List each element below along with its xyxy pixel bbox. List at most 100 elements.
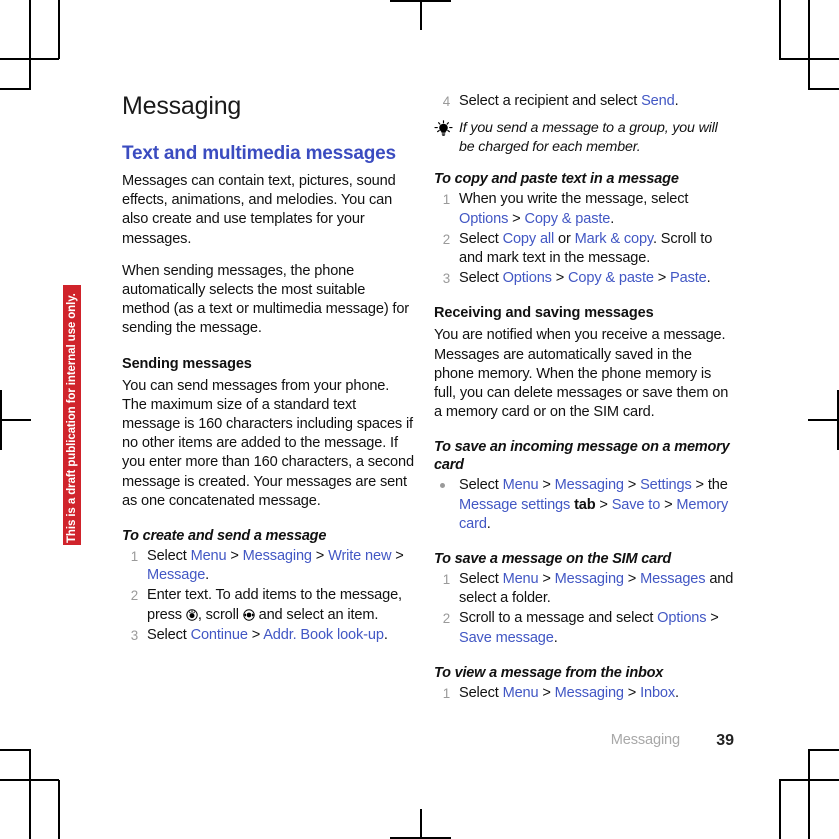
manual-page: This is a draft publication for internal… bbox=[0, 0, 839, 839]
task-heading-save-to-sim-card: To save a message on the SIM card bbox=[434, 551, 672, 568]
step-text: When you write the message, select bbox=[459, 191, 689, 208]
ui-path-link[interactable]: Menu bbox=[191, 548, 227, 564]
task-heading-view-from-inbox: To view a message from the inbox bbox=[434, 664, 664, 681]
step-text: > bbox=[226, 548, 243, 565]
list-item: 1 Select Menu > Messaging > Inbox. bbox=[434, 684, 734, 703]
ui-path-link[interactable]: Options bbox=[459, 211, 508, 227]
ui-path-link[interactable]: Copy all bbox=[503, 231, 555, 247]
draft-publication-banner: This is a draft publication for internal… bbox=[63, 285, 81, 545]
ui-path-link[interactable]: Messaging bbox=[555, 571, 624, 587]
step-text: Select bbox=[459, 270, 503, 287]
ui-path-link[interactable]: Save message bbox=[459, 630, 554, 646]
ui-path-link[interactable]: Mark & copy bbox=[575, 231, 654, 247]
right-column: 4 Select a recipient and select Send. If… bbox=[434, 92, 734, 704]
footer-page-number: 39 bbox=[716, 732, 734, 749]
ui-path-link[interactable]: Write new bbox=[328, 548, 391, 564]
step-text: and select an item. bbox=[254, 606, 379, 623]
step-text: > bbox=[538, 477, 555, 494]
receiving-messages-paragraph: You are notified when you receive a mess… bbox=[434, 327, 729, 421]
ui-path-link[interactable]: Copy & paste bbox=[524, 211, 610, 227]
subheading-receiving-and-saving: Receiving and saving messages bbox=[434, 305, 654, 322]
step-number: 2 bbox=[442, 231, 450, 247]
step-number: 2 bbox=[442, 611, 450, 627]
step-text: Select bbox=[459, 477, 503, 494]
step-text: Select a recipient and select bbox=[459, 93, 642, 109]
ui-path-link[interactable]: Paste bbox=[670, 270, 707, 286]
step-text: Select bbox=[459, 684, 503, 701]
create-message-step-list-continued: 4 Select a recipient and select Send. bbox=[434, 92, 734, 111]
ui-path-link[interactable]: Copy & paste bbox=[568, 270, 654, 286]
step-text: > bbox=[538, 684, 555, 701]
step-text: > the bbox=[691, 477, 728, 494]
tip-text: If you send a message to a group, you wi… bbox=[459, 120, 718, 155]
step-text: Select bbox=[459, 571, 503, 588]
step-text: > bbox=[660, 496, 677, 513]
ui-path-link[interactable]: Menu bbox=[503, 477, 539, 493]
step-text: . bbox=[553, 629, 558, 646]
list-item: 4 Select a recipient and select Send. bbox=[434, 92, 734, 111]
left-column: Messaging Text and multimedia messages M… bbox=[122, 92, 414, 646]
create-message-step-list: 1 Select Menu > Messaging > Write new > M… bbox=[122, 547, 414, 645]
ui-path-link[interactable]: Send bbox=[641, 93, 675, 109]
task-heading-save-to-memory-card: To save an incoming message on a memory … bbox=[434, 439, 730, 474]
ui-path-link[interactable]: Message bbox=[147, 567, 205, 583]
ui-path-link[interactable]: Inbox bbox=[640, 685, 675, 701]
section-heading-text-and-multimedia: Text and multimedia messages bbox=[122, 143, 396, 164]
ui-path-link[interactable]: Messaging bbox=[555, 685, 624, 701]
step-text: > bbox=[595, 496, 612, 513]
step-text: > bbox=[623, 571, 641, 588]
step-number: 1 bbox=[442, 572, 450, 588]
step-text: > bbox=[653, 270, 671, 287]
tip-note: If you send a message to a group, you wi… bbox=[434, 119, 734, 156]
step-number: 2 bbox=[130, 588, 138, 604]
step-text: > bbox=[508, 210, 525, 227]
step-text: > bbox=[623, 477, 641, 494]
step-text: . bbox=[674, 93, 679, 109]
step-number: 1 bbox=[442, 685, 450, 701]
ui-path-link[interactable]: Options bbox=[657, 610, 706, 626]
list-item: 3 Select Options > Copy & paste > Paste. bbox=[434, 269, 734, 288]
step-text: > bbox=[311, 548, 329, 565]
ui-path-link[interactable]: Menu bbox=[503, 685, 539, 701]
step-number: 3 bbox=[442, 271, 450, 287]
step-text: > bbox=[391, 548, 404, 565]
list-item: 1 When you write the message, select Opti… bbox=[434, 190, 734, 228]
page-title: Messaging bbox=[122, 92, 242, 120]
step-text: > bbox=[623, 684, 641, 701]
ui-path-link[interactable]: Menu bbox=[503, 571, 539, 587]
step-text: > bbox=[706, 610, 719, 627]
inbox-step-list: 1 Select Menu > Messaging > Inbox. bbox=[434, 684, 734, 703]
list-item: 2 Scroll to a message and select Options … bbox=[434, 609, 734, 647]
ui-path-link[interactable]: Message settings bbox=[459, 497, 570, 513]
ui-path-link[interactable]: Options bbox=[503, 270, 552, 286]
list-item: 2 Enter text. To add items to the message… bbox=[122, 586, 414, 624]
step-text: . bbox=[486, 515, 491, 532]
ui-path-link[interactable]: Save to bbox=[612, 497, 661, 513]
step-number: 1 bbox=[130, 549, 138, 565]
task-heading-create-and-send: To create and send a message bbox=[122, 528, 327, 545]
ui-path-link[interactable]: Addr. Book look-up bbox=[263, 627, 384, 643]
list-item: 3 Select Continue > Addr. Book look-up. bbox=[122, 626, 414, 645]
step-number: 4 bbox=[442, 94, 450, 109]
step-text: > bbox=[538, 571, 555, 588]
step-text: Select bbox=[459, 230, 503, 247]
step-text: . bbox=[205, 567, 210, 584]
sim-card-step-list: 1 Select Menu > Messaging > Messages and … bbox=[434, 570, 734, 648]
intro-paragraph-1: Messages can contain text, pictures, sou… bbox=[122, 173, 396, 247]
ui-path-link[interactable]: Messaging bbox=[555, 477, 624, 493]
list-item: 1 Select Menu > Messaging > Messages and … bbox=[434, 570, 734, 608]
lightbulb-icon bbox=[434, 120, 453, 137]
ui-path-link[interactable]: Messaging bbox=[243, 548, 312, 564]
step-text: Scroll to a message and select bbox=[459, 610, 658, 627]
joystick-scroll-icon bbox=[243, 608, 255, 621]
step-text: . bbox=[610, 210, 615, 227]
copy-paste-step-list: 1 When you write the message, select Opti… bbox=[434, 190, 734, 288]
task-heading-copy-and-paste: To copy and paste text in a message bbox=[434, 171, 679, 188]
ui-path-link[interactable]: Messages bbox=[640, 571, 705, 587]
ui-path-link[interactable]: Continue bbox=[191, 627, 248, 643]
emphasis-text: tab bbox=[570, 496, 596, 513]
step-text: , scroll bbox=[197, 606, 243, 623]
step-text: . bbox=[675, 684, 679, 701]
ui-path-link[interactable]: Settings bbox=[640, 477, 692, 493]
list-item: Select Menu > Messaging > Settings > the… bbox=[434, 476, 734, 534]
